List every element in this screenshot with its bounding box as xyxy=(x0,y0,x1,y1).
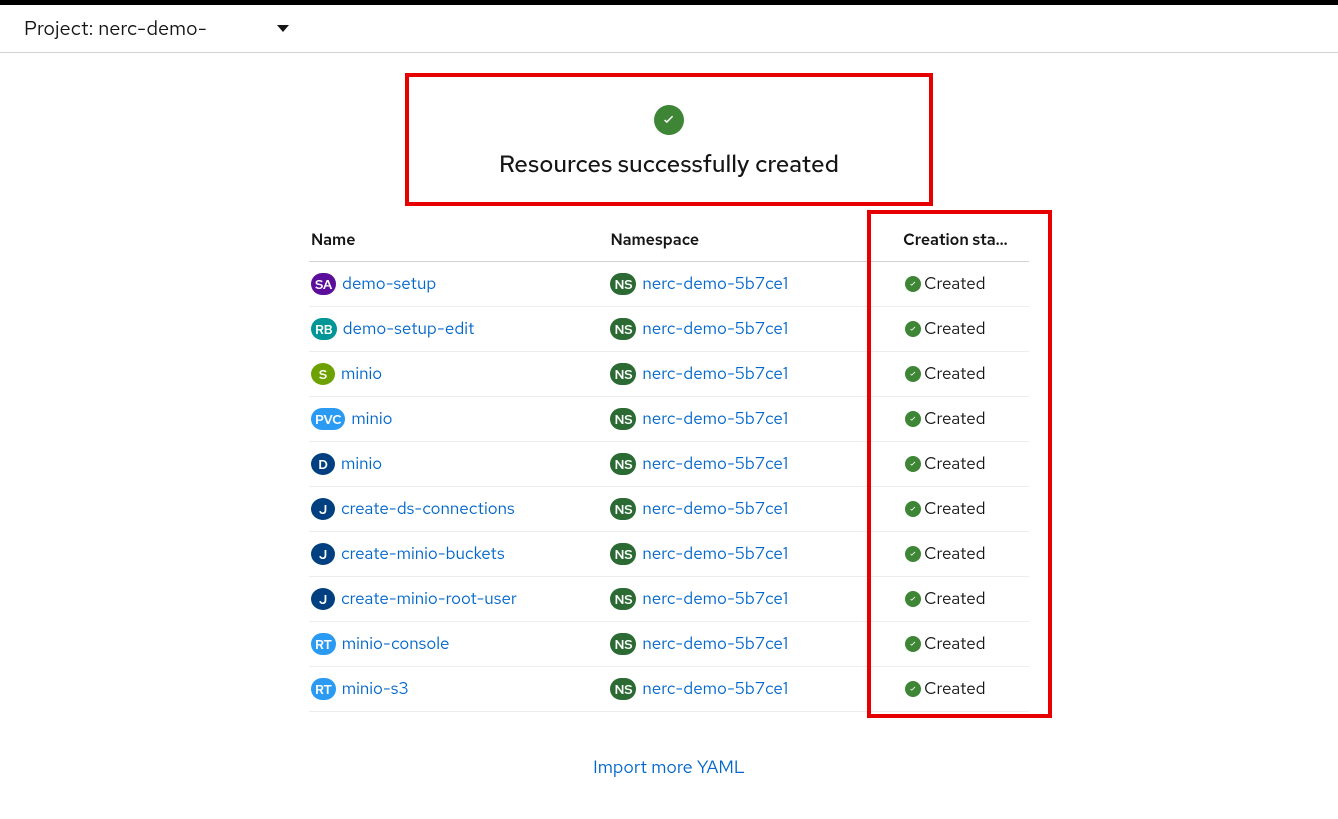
status-text: Created xyxy=(924,273,985,295)
status-text: Created xyxy=(924,588,985,610)
namespace-badge: NS xyxy=(610,543,636,565)
table-row: Jcreate-minio-buckets NS nerc-demo-5b7ce1 C… xyxy=(309,532,1029,577)
namespace-badge: NS xyxy=(610,453,636,475)
table-row: Jcreate-ds-connections NS nerc-demo-5b7ce1… xyxy=(309,487,1029,532)
resource-name-link[interactable]: create-ds-connections xyxy=(341,498,515,520)
resources-table-wrap: Name Namespace Creation sta... SA demo-se… xyxy=(309,218,1029,712)
resource-type-badge: RB xyxy=(311,318,337,340)
resource-name-link[interactable]: minio-s3 xyxy=(342,678,409,700)
resource-type-badge: D xyxy=(311,453,335,475)
resource-name-link[interactable]: minio xyxy=(341,363,382,385)
resource-type-badge: SA xyxy=(311,273,336,295)
check-circle-icon xyxy=(654,105,684,135)
table-row: Sminio NS nerc-demo-5b7ce1 Created xyxy=(309,352,1029,397)
resource-type-badge: RT xyxy=(311,678,336,700)
namespace-link[interactable]: nerc-demo-5b7ce1 xyxy=(642,588,788,610)
status-text: Created xyxy=(924,363,985,385)
namespace-link[interactable]: nerc-demo-5b7ce1 xyxy=(642,318,788,340)
table-row: Jcreate-minio-root-user NS nerc-demo-5b7ce… xyxy=(309,577,1029,622)
chevron-down-icon xyxy=(277,25,289,32)
status-check-icon xyxy=(905,276,921,292)
status-check-icon xyxy=(905,411,921,427)
status-text: Created xyxy=(924,408,985,430)
namespace-badge: NS xyxy=(610,678,636,700)
banner-title: Resources successfully created xyxy=(499,149,839,180)
status-text: Created xyxy=(924,453,985,475)
table-row: RT minio-console NS nerc-demo-5b7ce1 Created xyxy=(309,622,1029,667)
resource-type-badge: J xyxy=(311,588,335,610)
resources-table: Name Namespace Creation sta... SA demo-se… xyxy=(309,218,1029,712)
header-status[interactable]: Creation sta... xyxy=(875,218,1029,262)
project-dropdown[interactable]: Project: nerc-demo- xyxy=(24,16,289,42)
namespace-badge: NS xyxy=(610,273,636,295)
table-row: SA demo-setup NS nerc-demo-5b7ce1 Created xyxy=(309,262,1029,307)
resource-name-link[interactable]: create-minio-buckets xyxy=(341,543,505,565)
namespace-link[interactable]: nerc-demo-5b7ce1 xyxy=(642,678,788,700)
table-row: Dminio NS nerc-demo-5b7ce1 Created xyxy=(309,442,1029,487)
namespace-badge: NS xyxy=(610,408,636,430)
status-check-icon xyxy=(905,591,921,607)
success-banner: Resources successfully created xyxy=(405,73,933,206)
table-row: RT minio-s3 NS nerc-demo-5b7ce1 Created xyxy=(309,667,1029,712)
import-more-yaml-link[interactable]: Import more YAML xyxy=(593,756,745,779)
namespace-link[interactable]: nerc-demo-5b7ce1 xyxy=(642,453,788,475)
namespace-link[interactable]: nerc-demo-5b7ce1 xyxy=(642,633,788,655)
namespace-badge: NS xyxy=(610,588,636,610)
resource-name-link[interactable]: minio xyxy=(341,453,382,475)
status-text: Created xyxy=(924,318,985,340)
header-namespace[interactable]: Namespace xyxy=(608,218,875,262)
table-header-row: Name Namespace Creation sta... xyxy=(309,218,1029,262)
resource-type-badge: S xyxy=(311,363,335,385)
table-row: RB demo-setup-edit NS nerc-demo-5b7ce1 Creat… xyxy=(309,307,1029,352)
resource-type-badge: RT xyxy=(311,633,336,655)
namespace-badge: NS xyxy=(610,498,636,520)
resource-type-badge: J xyxy=(311,543,335,565)
resource-name-link[interactable]: minio-console xyxy=(342,633,450,655)
header-name[interactable]: Name xyxy=(309,218,608,262)
status-check-icon xyxy=(905,321,921,337)
resource-name-link[interactable]: minio xyxy=(351,408,392,430)
namespace-badge: NS xyxy=(610,363,636,385)
resource-name-link[interactable]: demo-setup-edit xyxy=(343,318,475,340)
project-label: Project: nerc-demo- xyxy=(24,16,207,42)
status-text: Created xyxy=(924,543,985,565)
status-text: Created xyxy=(924,498,985,520)
resource-name-link[interactable]: demo-setup xyxy=(342,273,436,295)
namespace-badge: NS xyxy=(610,633,636,655)
resource-name-link[interactable]: create-minio-root-user xyxy=(341,588,517,610)
status-text: Created xyxy=(924,678,985,700)
project-bar: Project: nerc-demo- xyxy=(0,5,1338,53)
resource-type-badge: J xyxy=(311,498,335,520)
namespace-link[interactable]: nerc-demo-5b7ce1 xyxy=(642,543,788,565)
status-check-icon xyxy=(905,366,921,382)
status-check-icon xyxy=(905,456,921,472)
status-check-icon xyxy=(905,681,921,697)
status-check-icon xyxy=(905,501,921,517)
namespace-link[interactable]: nerc-demo-5b7ce1 xyxy=(642,363,788,385)
namespace-badge: NS xyxy=(610,318,636,340)
namespace-link[interactable]: nerc-demo-5b7ce1 xyxy=(642,273,788,295)
status-check-icon xyxy=(905,636,921,652)
namespace-link[interactable]: nerc-demo-5b7ce1 xyxy=(642,408,788,430)
table-row: PVC minio NS nerc-demo-5b7ce1 Created xyxy=(309,397,1029,442)
status-check-icon xyxy=(905,546,921,562)
content: Resources successfully created Name Name… xyxy=(0,53,1338,819)
resource-type-badge: PVC xyxy=(311,408,345,430)
namespace-link[interactable]: nerc-demo-5b7ce1 xyxy=(642,498,788,520)
status-text: Created xyxy=(924,633,985,655)
